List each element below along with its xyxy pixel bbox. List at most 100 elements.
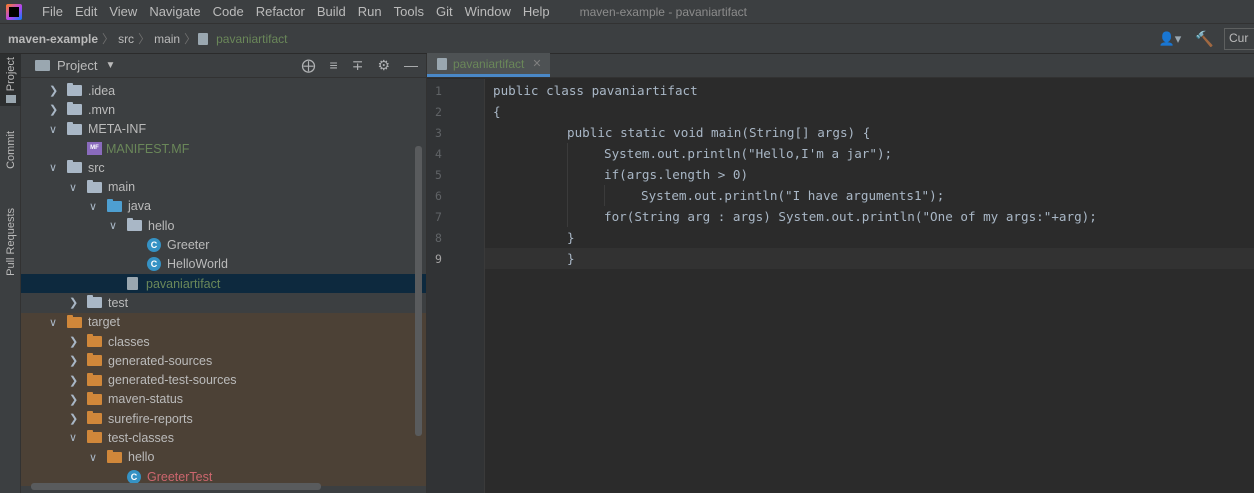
- menu-window[interactable]: Window: [459, 4, 517, 19]
- menu-refactor[interactable]: Refactor: [250, 4, 311, 19]
- collapse-all-icon[interactable]: ∓: [352, 57, 364, 74]
- code-line[interactable]: 6 System.out.println("I have arguments1")…: [435, 185, 1254, 206]
- code-line[interactable]: 4 System.out.println("Hello,I'm a jar");: [435, 143, 1254, 164]
- code-line[interactable]: 3 public static void main(String[] args) …: [435, 122, 1254, 143]
- chevron-down-icon[interactable]: ∨: [69, 181, 87, 194]
- tree-item[interactable]: ❯ generated-test-sources: [21, 370, 426, 390]
- tree-item[interactable]: ∨ test-classes: [21, 428, 426, 448]
- menu-build[interactable]: Build: [311, 4, 352, 19]
- commit-tool-tab[interactable]: Commit: [0, 122, 21, 178]
- line-number: 2: [435, 104, 442, 119]
- horizontal-scrollbar[interactable]: [31, 483, 321, 490]
- tree-item-label: META-INF: [88, 122, 147, 137]
- chevron-right-icon[interactable]: ❯: [69, 374, 87, 387]
- chevron-right-icon[interactable]: ❯: [69, 335, 87, 348]
- code-area[interactable]: 1 public class pavaniartifact 2{3 public st…: [435, 79, 1254, 493]
- menu-bar: File Edit View Navigate Code Refactor Build Run…: [0, 0, 1254, 24]
- tree-item[interactable]: ❯ test: [21, 293, 426, 312]
- tree-item-label: Greeter: [167, 238, 210, 253]
- minimize-icon[interactable]: —: [404, 57, 418, 74]
- project-tool-tab[interactable]: Project: [0, 54, 21, 106]
- chevron-down-icon[interactable]: ∨: [69, 431, 87, 444]
- breadcrumb-main[interactable]: main: [150, 32, 184, 46]
- menu-help[interactable]: Help: [517, 4, 556, 19]
- chevron-down-icon[interactable]: ▼: [105, 60, 115, 71]
- gear-icon[interactable]: ⚙: [377, 57, 390, 74]
- excluded-folder-icon: [87, 411, 102, 425]
- tree-item[interactable]: ❯ classes: [21, 331, 426, 352]
- tree-item[interactable]: ∨ src: [21, 158, 426, 177]
- tree-item-label: hello: [148, 218, 175, 233]
- tree-item[interactable]: pavaniartifact: [21, 273, 426, 294]
- code-line[interactable]: 5 if(args.length > 0): [435, 164, 1254, 185]
- chevron-down-icon[interactable]: ∨: [49, 161, 67, 174]
- chevron-right-icon[interactable]: ❯: [49, 103, 67, 116]
- chevron-right-icon[interactable]: ❯: [69, 412, 87, 425]
- pull-requests-tool-tab[interactable]: Pull Requests: [0, 194, 21, 290]
- close-icon[interactable]: ✕: [532, 57, 541, 70]
- package-icon: [127, 218, 142, 232]
- code-line[interactable]: 7 for(String arg : args) System.out.print…: [435, 206, 1254, 227]
- code-text: System.out.println("Hello,I'm a jar");: [604, 146, 893, 161]
- user-account-icon[interactable]: 👤▾: [1159, 31, 1182, 47]
- locate-file-icon[interactable]: ⨁: [302, 57, 316, 74]
- menu-tools[interactable]: Tools: [388, 4, 430, 19]
- menu-git[interactable]: Git: [430, 4, 459, 19]
- run-configuration-select[interactable]: Cur: [1224, 28, 1254, 50]
- chevron-right-icon[interactable]: ❯: [69, 296, 87, 309]
- menu-file[interactable]: File: [36, 4, 69, 19]
- chevron-down-icon[interactable]: ∨: [49, 316, 67, 329]
- code-text: public class pavaniartifact: [493, 83, 698, 98]
- tree-item[interactable]: ∨ META-INF: [21, 120, 426, 139]
- tree-item[interactable]: ∨ java: [21, 197, 426, 216]
- chevron-down-icon[interactable]: ∨: [89, 451, 107, 464]
- editor-tab-label: pavaniartifact: [453, 56, 525, 71]
- indent-guide: [567, 206, 568, 227]
- excluded-folder-icon: [67, 314, 82, 328]
- tree-item-label: test: [108, 295, 129, 310]
- chevron-down-icon[interactable]: ∨: [89, 200, 107, 213]
- tree-item[interactable]: ❯ .mvn: [21, 100, 426, 119]
- chevron-right-icon[interactable]: ❯: [49, 84, 67, 97]
- code-line[interactable]: 2{: [435, 101, 1254, 122]
- menu-view[interactable]: View: [103, 4, 143, 19]
- chevron-down-icon[interactable]: ∨: [109, 219, 127, 232]
- tree-item[interactable]: C Greeter: [21, 235, 426, 254]
- tree-item-label: generated-test-sources: [108, 373, 237, 388]
- tree-item[interactable]: ❯ surefire-reports: [21, 409, 426, 429]
- java-class-icon: C: [147, 238, 161, 253]
- menu-run[interactable]: Run: [352, 4, 388, 19]
- project-folder-icon: [35, 60, 50, 71]
- folder-icon: [67, 121, 82, 135]
- code-line[interactable]: 8}: [435, 227, 1254, 248]
- code-line[interactable]: 1 public class pavaniartifact: [435, 80, 1254, 101]
- menu-navigate[interactable]: Navigate: [143, 4, 206, 19]
- tree-item[interactable]: ❯ maven-status: [21, 389, 426, 410]
- tree-item[interactable]: ❯ .idea: [21, 81, 426, 100]
- build-hammer-icon[interactable]: 🔨: [1195, 30, 1214, 48]
- project-view-selector[interactable]: Project: [57, 58, 97, 73]
- breadcrumb-file[interactable]: pavaniartifact: [212, 32, 291, 46]
- breadcrumb-project[interactable]: maven-example: [0, 32, 102, 46]
- source-folder-icon: [107, 198, 122, 212]
- code-line[interactable]: 9}: [435, 248, 1254, 269]
- tree-item[interactable]: ∨ hello: [21, 216, 426, 235]
- tree-item[interactable]: C HelloWorld: [21, 255, 426, 274]
- editor-tab[interactable]: pavaniartifact ✕: [427, 53, 550, 77]
- tree-item[interactable]: ∨ target: [21, 312, 426, 332]
- tree-item-label: main: [108, 180, 136, 195]
- menu-edit[interactable]: Edit: [69, 4, 103, 19]
- tree-item[interactable]: ∨ main: [21, 177, 426, 196]
- chevron-right-icon[interactable]: ❯: [69, 354, 87, 367]
- indent-guide: [567, 164, 568, 185]
- vertical-scrollbar[interactable]: [415, 146, 422, 436]
- tree-item[interactable]: ❯ generated-sources: [21, 351, 426, 371]
- intellij-logo-icon: [6, 3, 22, 20]
- chevron-right-icon[interactable]: ❯: [69, 393, 87, 406]
- tree-item[interactable]: ∨ hello: [21, 447, 426, 467]
- breadcrumb-src[interactable]: src: [114, 32, 138, 46]
- chevron-down-icon[interactable]: ∨: [49, 123, 67, 136]
- menu-code[interactable]: Code: [207, 4, 250, 19]
- expand-all-icon[interactable]: ≡: [330, 57, 338, 74]
- tree-item[interactable]: MF MANIFEST.MF: [21, 139, 426, 158]
